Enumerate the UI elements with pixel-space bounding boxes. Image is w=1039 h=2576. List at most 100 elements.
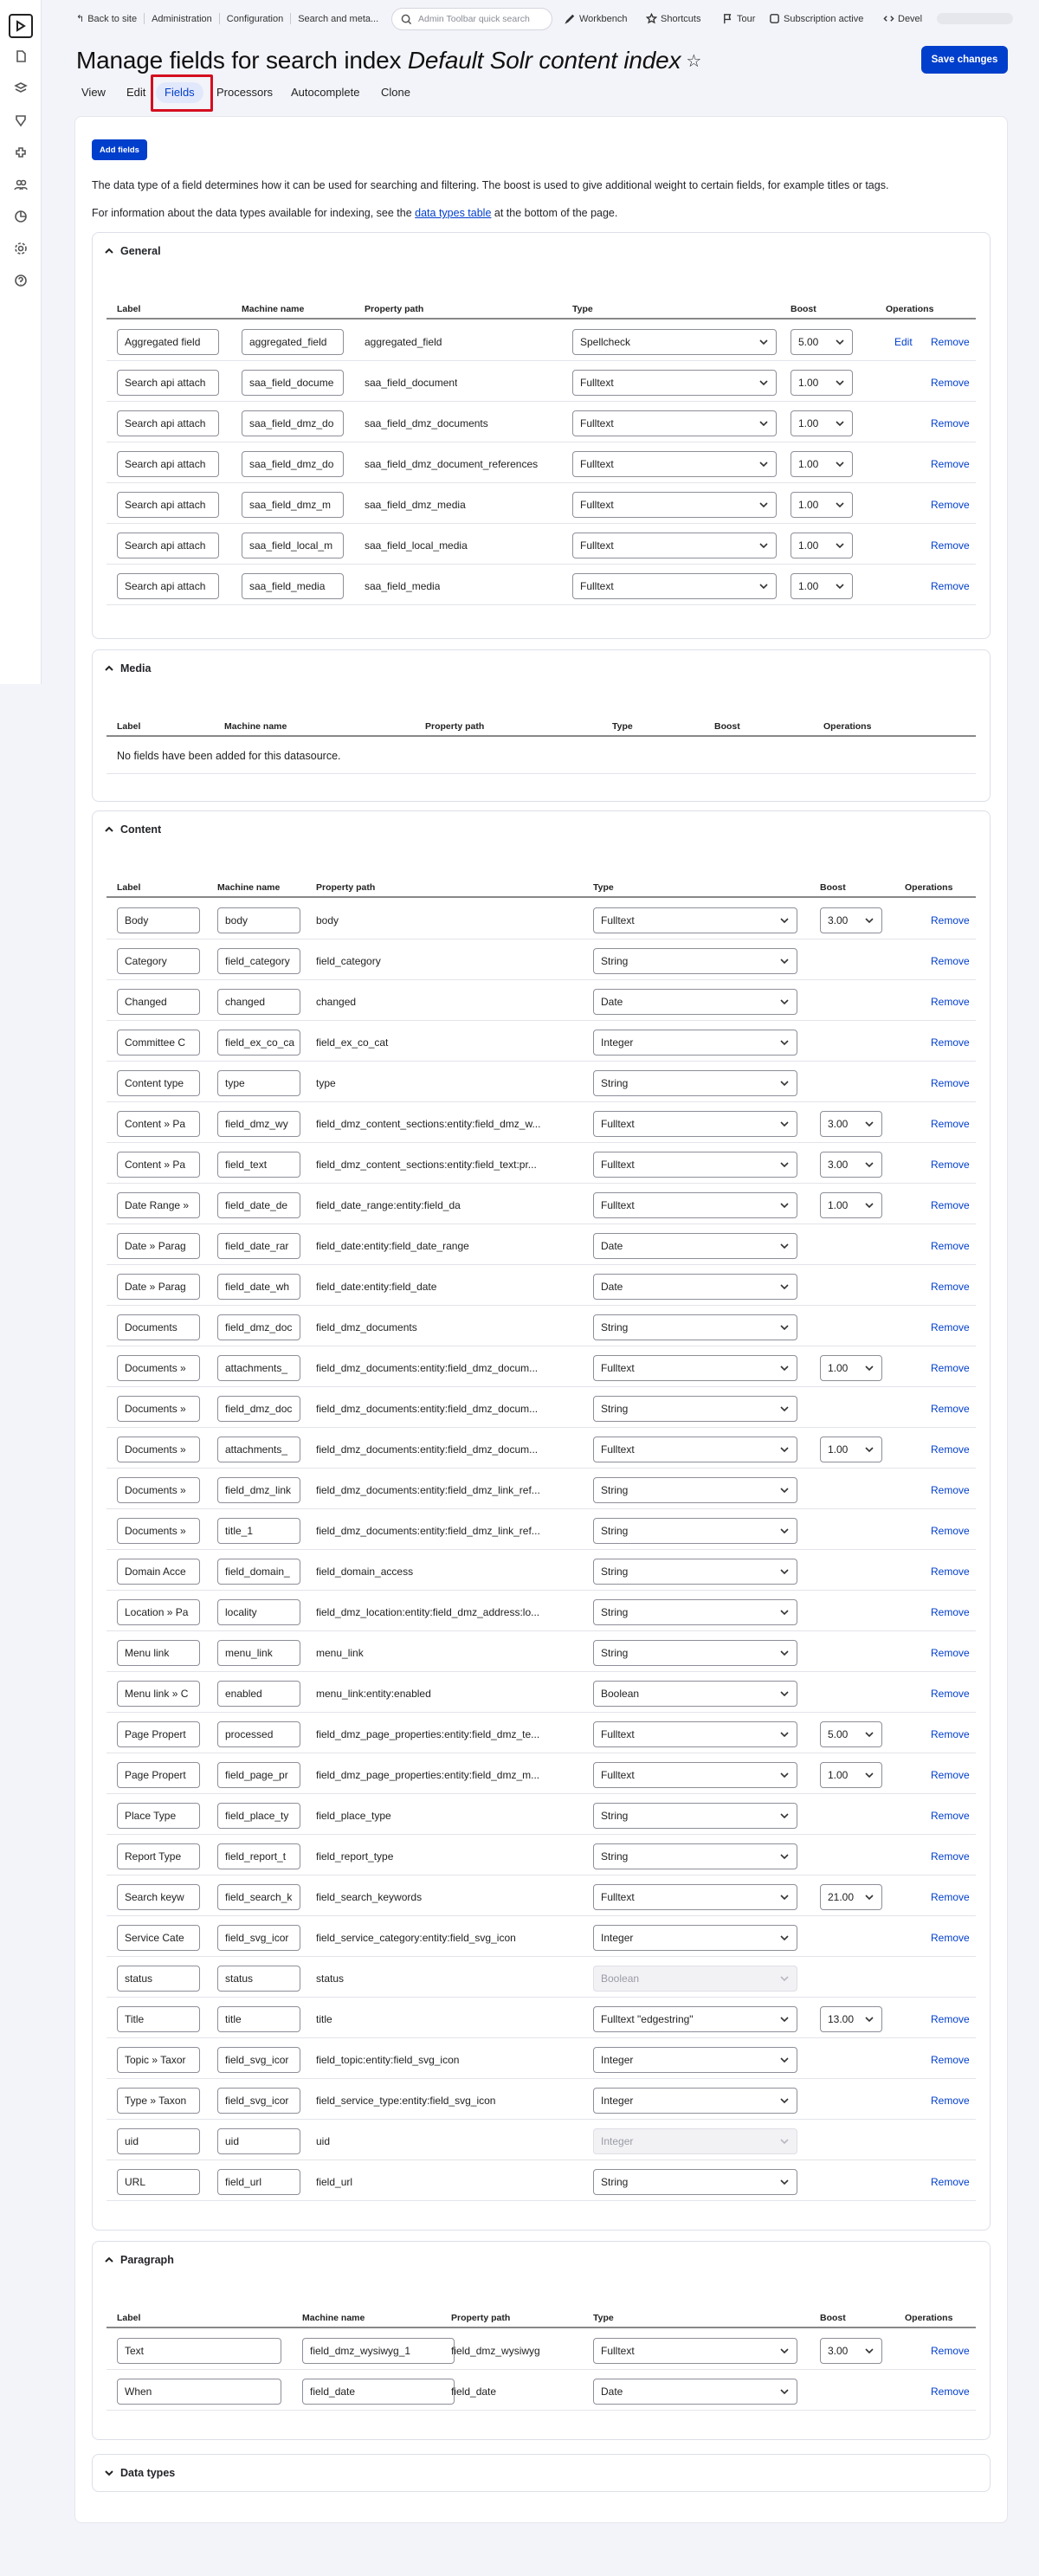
label-input[interactable]: Changed — [117, 989, 200, 1015]
type-select[interactable]: String — [593, 1314, 797, 1340]
machine-name-input[interactable]: changed — [217, 989, 300, 1015]
edit-link[interactable]: Edit — [894, 336, 913, 348]
appearance-icon[interactable] — [12, 112, 29, 129]
label-input[interactable]: Search api attach — [117, 370, 219, 396]
label-input[interactable]: Search api attach — [117, 410, 219, 436]
type-select[interactable]: Integer — [593, 2088, 797, 2114]
type-select[interactable]: Fulltext — [593, 1192, 797, 1218]
type-select[interactable]: Fulltext — [593, 1355, 797, 1381]
remove-link[interactable]: Remove — [931, 377, 970, 389]
gear-icon[interactable] — [12, 240, 29, 257]
remove-link[interactable]: Remove — [931, 1932, 970, 1944]
label-input[interactable]: Report Type — [117, 1843, 200, 1869]
machine-name-input[interactable]: uid — [217, 2128, 300, 2154]
remove-link[interactable]: Remove — [931, 2054, 970, 2066]
remove-link[interactable]: Remove — [931, 1728, 970, 1740]
tab-clone[interactable]: Clone — [376, 82, 416, 103]
type-select[interactable]: Fulltext — [572, 533, 777, 558]
remove-link[interactable]: Remove — [931, 2013, 970, 2025]
remove-link[interactable]: Remove — [931, 336, 970, 348]
boost-select[interactable]: 3.00 — [820, 1152, 882, 1178]
machine-name-input[interactable]: body — [217, 907, 300, 933]
label-input[interactable]: Menu link — [117, 1640, 200, 1666]
label-input[interactable]: Page Propert — [117, 1762, 200, 1788]
boost-select[interactable]: 3.00 — [820, 1111, 882, 1137]
remove-link[interactable]: Remove — [931, 1647, 970, 1659]
label-input[interactable]: Service Cate — [117, 1925, 200, 1951]
machine-name-input[interactable]: field_date_wh — [217, 1274, 300, 1300]
boost-select[interactable]: 1.00 — [791, 451, 853, 477]
machine-name-input[interactable]: attachments_ — [217, 1436, 300, 1462]
label-input[interactable]: status — [117, 1966, 200, 1992]
label-input[interactable]: Date Range » — [117, 1192, 200, 1218]
type-select[interactable]: Integer — [593, 2047, 797, 2073]
remove-link[interactable]: Remove — [931, 914, 970, 926]
remove-link[interactable]: Remove — [931, 1281, 970, 1293]
remove-link[interactable]: Remove — [931, 580, 970, 592]
machine-name-input[interactable]: status — [217, 1966, 300, 1992]
save-changes-button[interactable]: Save changes — [921, 46, 1008, 74]
type-select[interactable]: Fulltext — [572, 370, 777, 396]
label-input[interactable]: Search keyw — [117, 1884, 200, 1910]
label-input[interactable]: Documents » — [117, 1396, 200, 1422]
tab-edit[interactable]: Edit — [121, 82, 151, 103]
shortcut-star-icon[interactable]: ☆ — [686, 52, 701, 71]
machine-name-input[interactable]: title_1 — [217, 1518, 300, 1544]
label-input[interactable]: Search api attach — [117, 573, 219, 599]
tab-processors[interactable]: Processors — [211, 82, 278, 103]
help-icon[interactable] — [12, 272, 29, 289]
machine-name-input[interactable]: field_dmz_link — [217, 1477, 300, 1503]
label-input[interactable]: Content » Pa — [117, 1111, 200, 1137]
remove-link[interactable]: Remove — [931, 539, 970, 552]
type-select[interactable]: Fulltext — [593, 1884, 797, 1910]
machine-name-input[interactable]: processed — [217, 1721, 300, 1747]
type-select[interactable]: Fulltext — [593, 1762, 797, 1788]
type-select[interactable]: Fulltext — [572, 410, 777, 436]
remove-link[interactable]: Remove — [931, 2386, 970, 2398]
add-fields-button[interactable]: Add fields — [92, 139, 147, 160]
content-legend[interactable]: Content — [105, 823, 161, 836]
machine-name-input[interactable]: field_svg_icor — [217, 1925, 300, 1951]
label-input[interactable]: Date » Parag — [117, 1233, 200, 1259]
machine-name-input[interactable]: field_report_t — [217, 1843, 300, 1869]
type-select[interactable]: Fulltext — [593, 907, 797, 933]
label-input[interactable]: Category — [117, 948, 200, 974]
label-input[interactable]: When — [117, 2379, 281, 2405]
label-input[interactable]: Documents » — [117, 1477, 200, 1503]
type-select[interactable]: Fulltext — [593, 2338, 797, 2364]
type-select[interactable]: Spellcheck — [572, 329, 777, 355]
boost-select[interactable]: 1.00 — [820, 1762, 882, 1788]
machine-name-input[interactable]: title — [217, 2006, 300, 2032]
boost-select[interactable]: 1.00 — [820, 1192, 882, 1218]
devel-link[interactable]: Devel — [883, 13, 922, 24]
type-select[interactable]: String — [593, 1477, 797, 1503]
remove-link[interactable]: Remove — [931, 1321, 970, 1333]
structure-icon[interactable] — [12, 80, 29, 97]
machine-name-input[interactable]: menu_link — [217, 1640, 300, 1666]
label-input[interactable]: Documents » — [117, 1436, 200, 1462]
type-select[interactable]: Date — [593, 2379, 797, 2405]
label-input[interactable]: URL — [117, 2169, 200, 2195]
label-input[interactable]: Title — [117, 2006, 200, 2032]
type-select[interactable]: String — [593, 948, 797, 974]
type-select[interactable]: String — [593, 1640, 797, 1666]
remove-link[interactable]: Remove — [931, 1688, 970, 1700]
type-select[interactable]: Fulltext — [593, 1152, 797, 1178]
label-input[interactable]: Documents — [117, 1314, 200, 1340]
type-select[interactable]: Boolean — [593, 1681, 797, 1707]
remove-link[interactable]: Remove — [931, 1891, 970, 1903]
label-input[interactable]: Content type — [117, 1070, 200, 1096]
reports-icon[interactable] — [12, 208, 29, 225]
machine-name-input[interactable]: locality — [217, 1599, 300, 1625]
label-input[interactable]: Search api attach — [117, 533, 219, 558]
tab-autocomplete[interactable]: Autocomplete — [286, 82, 365, 103]
label-input[interactable]: uid — [117, 2128, 200, 2154]
boost-select[interactable]: 1.00 — [791, 573, 853, 599]
machine-name-input[interactable]: saa_field_dmz_do — [242, 410, 344, 436]
type-select[interactable]: Date — [593, 1233, 797, 1259]
remove-link[interactable]: Remove — [931, 1199, 970, 1211]
breadcrumb-configuration[interactable]: Configuration — [227, 14, 283, 24]
remove-link[interactable]: Remove — [931, 1118, 970, 1130]
label-input[interactable]: Body — [117, 907, 200, 933]
machine-name-input[interactable]: type — [217, 1070, 300, 1096]
